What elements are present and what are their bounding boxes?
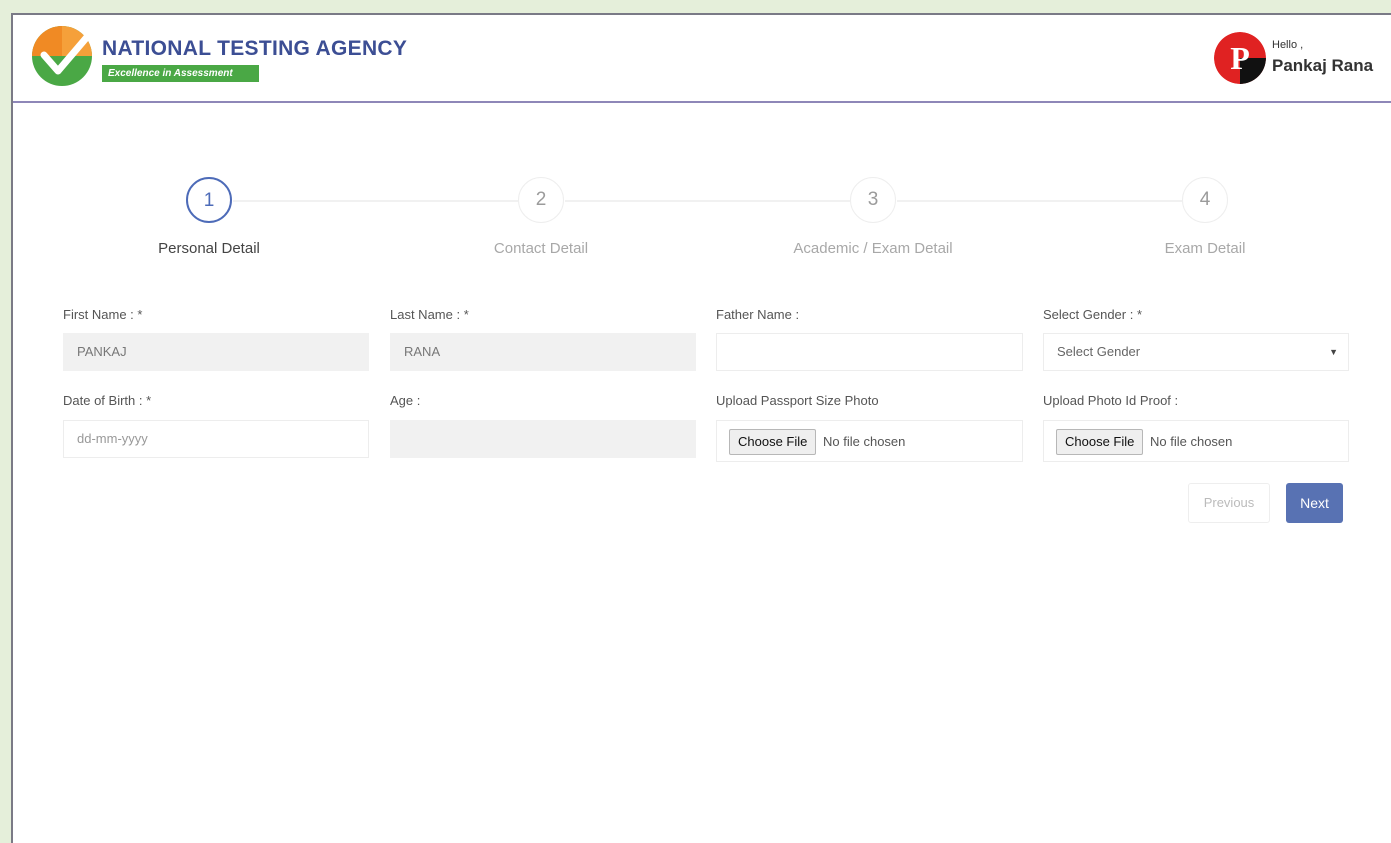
- age-label: Age :: [390, 393, 421, 408]
- photo-choose-file-button[interactable]: Choose File: [729, 429, 817, 455]
- id-proof-label: Upload Photo Id Proof :: [1043, 393, 1179, 408]
- gender-select[interactable]: Select Gender ▼: [1043, 333, 1349, 371]
- first-name-input[interactable]: PANKAJ: [63, 333, 369, 371]
- step-connector: [897, 200, 1182, 202]
- father-name-label: Father Name :: [716, 307, 800, 322]
- id-proof-choose-file-button[interactable]: Choose File: [1056, 429, 1144, 455]
- step-3-circle[interactable]: 3: [850, 177, 896, 223]
- greeting-text: Hello ,: [1272, 39, 1304, 51]
- step-2-circle[interactable]: 2: [518, 177, 564, 223]
- previous-button[interactable]: Previous: [1188, 483, 1270, 523]
- id-proof-upload-field: Choose File No file chosen: [1043, 420, 1349, 462]
- age-input: [390, 420, 696, 458]
- photo-upload-field: Choose File No file chosen: [716, 420, 1023, 462]
- step-connector: [565, 200, 850, 202]
- photo-upload-label: Upload Passport Size Photo: [716, 393, 879, 408]
- id-proof-file-status: No file chosen: [1150, 434, 1233, 449]
- brand-name: NATIONAL TESTING AGENCY: [102, 37, 408, 60]
- header: NATIONAL TESTING AGENCY Excellence in As…: [13, 15, 1391, 103]
- dob-label: Date of Birth : *: [63, 393, 152, 408]
- next-button[interactable]: Next: [1286, 483, 1343, 523]
- last-name-label: Last Name : *: [390, 307, 469, 322]
- user-name[interactable]: Pankaj Rana: [1272, 56, 1373, 76]
- avatar-letter: P: [1230, 40, 1250, 76]
- step-1-circle[interactable]: 1: [186, 177, 232, 223]
- app-frame: NATIONAL TESTING AGENCY Excellence in As…: [11, 13, 1391, 843]
- photo-file-status: No file chosen: [823, 434, 906, 449]
- dropdown-arrow-icon: ▼: [1329, 347, 1338, 357]
- gender-label: Select Gender : *: [1043, 307, 1142, 322]
- step-4-label: Exam Detail: [1164, 240, 1246, 257]
- step-3-label: Academic / Exam Detail: [793, 240, 953, 257]
- step-connector: [233, 200, 518, 202]
- last-name-input[interactable]: RANA: [390, 333, 696, 371]
- dob-input[interactable]: dd-mm-yyyy: [63, 420, 369, 458]
- first-name-label: First Name : *: [63, 307, 143, 322]
- avatar-icon: P: [1214, 32, 1266, 84]
- step-4-circle[interactable]: 4: [1182, 177, 1228, 223]
- avatar[interactable]: P: [1214, 32, 1266, 84]
- nta-logo-icon: [32, 26, 92, 86]
- step-2-label: Contact Detail: [493, 240, 589, 257]
- gender-selected-value: Select Gender: [1057, 344, 1141, 359]
- brand-tagline: Excellence in Assessment: [102, 65, 259, 82]
- step-1-label: Personal Detail: [158, 240, 260, 257]
- father-name-input[interactable]: [716, 333, 1023, 371]
